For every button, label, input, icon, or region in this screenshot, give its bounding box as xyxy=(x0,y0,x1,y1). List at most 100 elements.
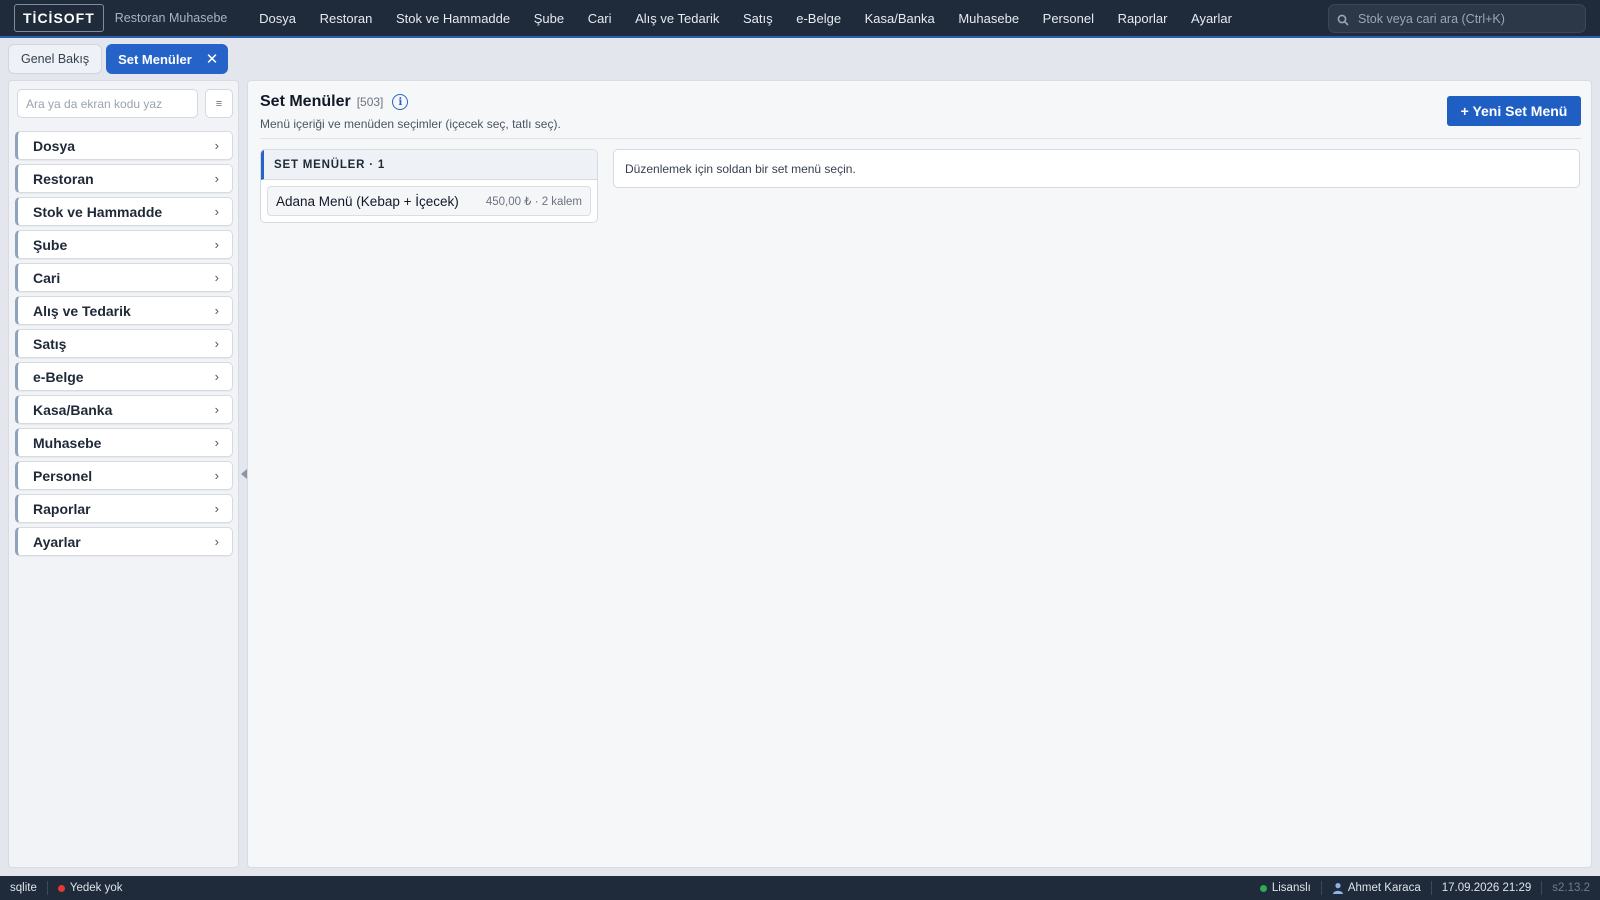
datetime-label: 17.09.2026 21:29 xyxy=(1441,882,1532,894)
search-icon xyxy=(1337,13,1349,26)
divider xyxy=(260,138,1581,139)
sidebar: ≡ Dosya › Restoran › Stok ve Hammadde › Şub… xyxy=(8,80,239,868)
sidebar-item-label: Stok ve Hammadde xyxy=(33,203,163,220)
db-status: sqlite xyxy=(0,882,47,894)
tab-genel-bakis[interactable]: Genel Bakış xyxy=(8,44,103,74)
sidebar-item-dosya[interactable]: Dosya › xyxy=(15,131,233,160)
list-item[interactable]: Adana Menü (Kebap + İçecek) 450,00 ₺ · 2… xyxy=(267,186,591,216)
sidebar-item-label: e-Belge xyxy=(33,368,84,385)
set-menu-name: Adana Menü (Kebap + İçecek) xyxy=(276,193,459,209)
global-search-input[interactable] xyxy=(1358,11,1578,26)
screen-code: [503] xyxy=(356,95,384,109)
sidebar-item-ayarlar[interactable]: Ayarlar › xyxy=(15,527,233,556)
global-search[interactable] xyxy=(1328,4,1586,33)
menu-item-muhasebe[interactable]: Muhasebe xyxy=(947,11,1031,26)
new-set-menu-button[interactable]: + Yeni Set Menü xyxy=(1447,96,1581,126)
sidebar-item-label: Satış xyxy=(33,335,67,352)
menu-item-cari[interactable]: Cari xyxy=(576,11,623,26)
chevron-right-icon: › xyxy=(214,237,219,252)
tab-set-menuler[interactable]: Set Menüler ✕ xyxy=(106,44,229,74)
status-right: Lisanslı Ahmet Karaca 17.09.2026 21:29 s… xyxy=(1250,881,1600,895)
sidebar-item-label: Alış ve Tedarik xyxy=(33,302,131,319)
chevron-right-icon: › xyxy=(214,435,219,450)
sidebar-list: Dosya › Restoran › Stok ve Hammadde › Şube ›… xyxy=(15,131,233,560)
backup-status[interactable]: Yedek yok xyxy=(48,882,133,894)
sidebar-item-raporlar[interactable]: Raporlar › xyxy=(15,494,233,523)
sidebar-item-label: Muhasebe xyxy=(33,434,102,451)
menu-item-alis-ve-tedarik[interactable]: Alış ve Tedarik xyxy=(623,11,731,26)
empty-state-text: Düzenlemek için soldan bir set menü seçi… xyxy=(625,161,856,176)
app-name: Restoran Muhasebe xyxy=(114,11,228,25)
menu-item-stok-ve-hammadde[interactable]: Stok ve Hammadde xyxy=(384,11,522,26)
sidebar-item-restoran[interactable]: Restoran › xyxy=(15,164,233,193)
list-header: SET MENÜLER · 1 xyxy=(261,150,597,180)
db-label: sqlite xyxy=(10,882,37,894)
status-bar: sqlite Yedek yok Lisanslı Ahmet Karaca 1… xyxy=(0,876,1600,900)
menu-item-satis[interactable]: Satış xyxy=(731,11,784,26)
chevron-right-icon: › xyxy=(214,501,219,516)
chevron-right-icon: › xyxy=(214,402,219,417)
menu-item-raporlar[interactable]: Raporlar xyxy=(1106,11,1179,26)
set-menu-list: SET MENÜLER · 1 Adana Menü (Kebap + İçec… xyxy=(260,149,598,223)
backup-label: Yedek yok xyxy=(69,882,123,894)
page-title: Set Menüler xyxy=(260,93,351,110)
license-status: Lisanslı xyxy=(1250,882,1321,894)
sidebar-item-label: Şube xyxy=(33,236,68,253)
status-dot-icon xyxy=(1259,884,1267,892)
chevron-right-icon: › xyxy=(214,336,219,351)
sidebar-item-label: Restoran xyxy=(33,170,94,187)
license-label: Lisanslı xyxy=(1271,882,1311,894)
datetime: 17.09.2026 21:29 xyxy=(1432,882,1542,894)
sidebar-item-alis-ve-tedarik[interactable]: Alış ve Tedarik › xyxy=(15,296,233,325)
chevron-right-icon: › xyxy=(214,270,219,285)
main-menu: Dosya Restoran Stok ve Hammadde Şube Car… xyxy=(247,11,1243,26)
status-dot-icon xyxy=(57,884,65,892)
tab-label: Genel Bakış xyxy=(21,52,90,66)
title-row: Set Menüler [503] i xyxy=(260,93,409,111)
sidebar-item-kasa-banka[interactable]: Kasa/Banka › xyxy=(15,395,233,424)
menu-item-personel[interactable]: Personel xyxy=(1031,11,1106,26)
menu-item-sube[interactable]: Şube xyxy=(522,11,576,26)
app-logo: TİCİSOFT xyxy=(14,4,104,32)
set-menu-meta: 450,00 ₺ · 2 kalem xyxy=(485,196,582,208)
menu-item-dosya[interactable]: Dosya xyxy=(247,11,307,26)
chevron-right-icon: › xyxy=(214,534,219,549)
user-status[interactable]: Ahmet Karaca xyxy=(1322,882,1431,894)
sidebar-item-e-belge[interactable]: e-Belge › xyxy=(15,362,233,391)
close-icon[interactable]: ✕ xyxy=(206,52,219,67)
sidebar-item-cari[interactable]: Cari › xyxy=(15,263,233,292)
sidebar-item-muhasebe[interactable]: Muhasebe › xyxy=(15,428,233,457)
menu-item-kasa-banka[interactable]: Kasa/Banka xyxy=(853,11,947,26)
sidebar-search-input[interactable] xyxy=(17,89,198,118)
detail-panel: Düzenlemek için soldan bir set menü seçi… xyxy=(613,149,1580,188)
info-icon[interactable]: i xyxy=(392,94,409,110)
tab-strip: Genel Bakış Set Menüler ✕ xyxy=(8,44,229,74)
chevron-right-icon: › xyxy=(214,303,219,318)
chevron-right-icon: › xyxy=(214,138,219,153)
main-panel: Set Menüler [503] i Menü içeriği ve menü… xyxy=(247,80,1592,868)
sidebar-item-label: Ayarlar xyxy=(33,533,81,550)
sidebar-item-satis[interactable]: Satış › xyxy=(15,329,233,358)
menu-item-restoran[interactable]: Restoran xyxy=(308,11,384,26)
version: s2.13.2 xyxy=(1542,882,1600,894)
version-label: s2.13.2 xyxy=(1552,882,1590,894)
chevron-right-icon: › xyxy=(214,204,219,219)
tab-label: Set Menüler xyxy=(118,51,192,67)
page-subtitle: Menü içeriği ve menüden seçimler (içecek… xyxy=(260,117,561,131)
sidebar-item-label: Personel xyxy=(33,467,93,484)
sidebar-item-label: Kasa/Banka xyxy=(33,401,113,418)
sidebar-item-personel[interactable]: Personel › xyxy=(15,461,233,490)
sidebar-item-label: Raporlar xyxy=(33,500,91,517)
top-bar: TİCİSOFT Restoran Muhasebe Dosya Restora… xyxy=(0,0,1600,38)
user-name: Ahmet Karaca xyxy=(1347,882,1421,894)
chevron-right-icon: › xyxy=(214,468,219,483)
sidebar-item-sube[interactable]: Şube › xyxy=(15,230,233,259)
sidebar-item-label: Cari xyxy=(33,269,61,286)
menu-item-ayarlar[interactable]: Ayarlar xyxy=(1179,11,1244,26)
sidebar-item-stok-ve-hammadde[interactable]: Stok ve Hammadde › xyxy=(15,197,233,226)
chevron-right-icon: › xyxy=(214,171,219,186)
chevron-right-icon: › xyxy=(214,369,219,384)
menu-item-e-belge[interactable]: e-Belge xyxy=(784,11,852,26)
user-icon xyxy=(1332,882,1344,894)
filter-icon[interactable]: ≡ xyxy=(205,89,233,118)
